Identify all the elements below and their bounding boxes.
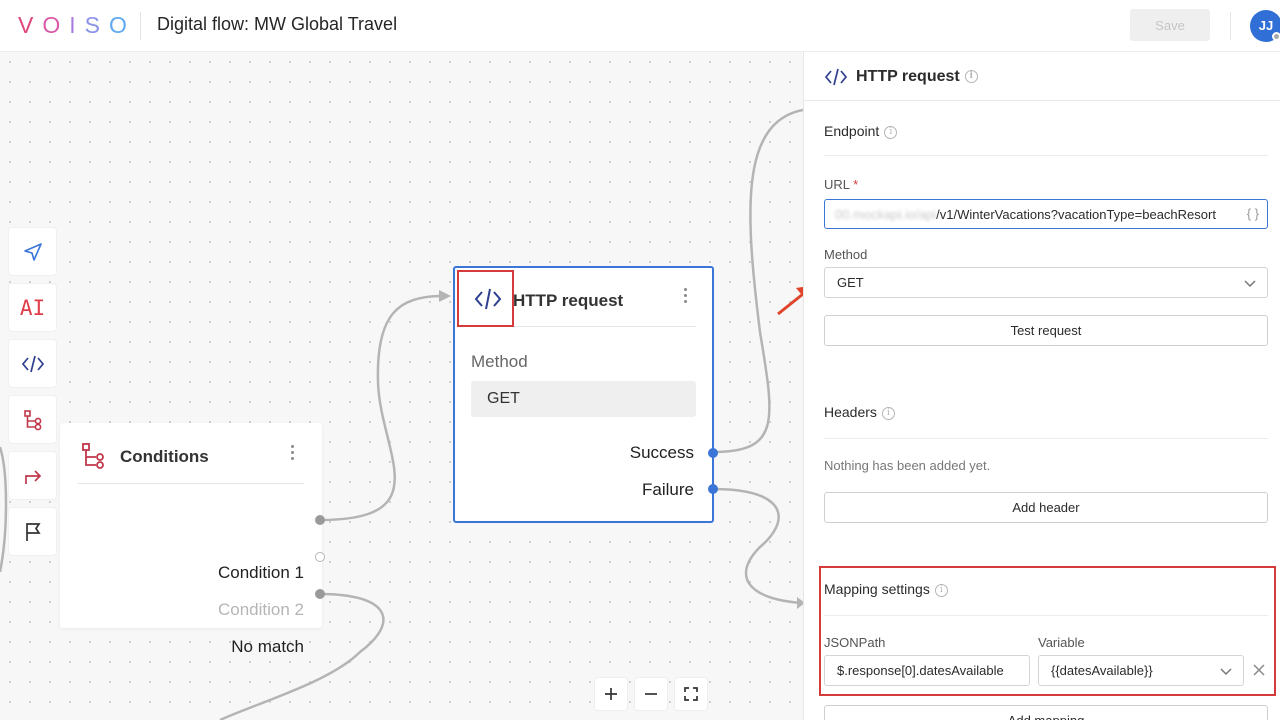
panel-header: HTTP request i xyxy=(804,52,1280,101)
divider xyxy=(1230,12,1231,40)
output-label: Failure xyxy=(642,480,694,499)
zoom-out-button[interactable] xyxy=(635,678,667,710)
info-icon[interactable]: i xyxy=(881,406,895,420)
send-icon xyxy=(23,242,42,261)
endpoint-section-title: Endpoint i xyxy=(824,123,898,139)
tool-redirect[interactable] xyxy=(9,452,56,499)
ai-icon: AI xyxy=(19,295,46,320)
info-icon[interactable]: i xyxy=(884,125,898,139)
tool-ai[interactable]: AI xyxy=(9,284,56,331)
divider xyxy=(824,155,1268,156)
conditions-node[interactable]: Conditions Condition 1 Condition 2 No ma… xyxy=(60,423,322,656)
url-label: URL * xyxy=(824,177,859,192)
tool-code[interactable] xyxy=(9,340,56,387)
wire-condition1-to-http xyxy=(319,294,441,522)
plus-icon xyxy=(605,688,617,700)
divider xyxy=(140,12,141,40)
output-label: Condition 2 xyxy=(217,600,304,619)
redacted-url-part: 00.mockapi.io/api xyxy=(835,207,937,222)
kebab-menu-icon[interactable] xyxy=(684,288,688,306)
output-label: No match xyxy=(231,637,304,656)
headers-section-title: Headers i xyxy=(824,404,895,420)
code-icon xyxy=(824,68,848,86)
output-port[interactable] xyxy=(315,515,325,525)
node-title: Conditions xyxy=(120,447,209,466)
method-value: GET xyxy=(471,381,696,417)
url-input[interactable]: 00.mockapi.io/api/v1/WinterVacations?vac… xyxy=(824,199,1268,229)
divider xyxy=(824,438,1268,439)
save-button[interactable]: Save xyxy=(1130,9,1210,41)
node-title: HTTP request xyxy=(513,291,624,310)
settings-panel: HTTP request i Endpoint i URL * 00.mockapi… xyxy=(803,52,1280,720)
arrowhead xyxy=(439,290,451,302)
tool-conditions[interactable] xyxy=(9,396,56,443)
panel-title: HTTP request i xyxy=(856,68,978,86)
branch-icon xyxy=(23,409,41,430)
minus-icon xyxy=(645,693,657,695)
page-title: Digital flow: MW Global Travel xyxy=(157,14,398,34)
variable-braces-icon[interactable]: { } xyxy=(1244,206,1259,221)
output-label: Success xyxy=(629,443,694,462)
headers-empty-text: Nothing has been added yet. xyxy=(824,458,991,473)
add-header-button[interactable]: Add header xyxy=(824,492,1268,523)
method-label: Method xyxy=(824,247,868,262)
output-port[interactable] xyxy=(708,448,718,458)
node-header: Conditions xyxy=(78,423,304,484)
wire-left-edge xyxy=(0,446,8,573)
status-dot xyxy=(1272,32,1280,41)
tool-end[interactable] xyxy=(9,508,56,555)
wire-success-out xyxy=(712,108,803,454)
output-port[interactable] xyxy=(315,552,325,562)
voiso-logo[interactable]: VOISO xyxy=(18,12,136,39)
highlight-box xyxy=(457,270,514,327)
url-value: /v1/WinterVacations?vacationType=beachRe… xyxy=(936,207,1216,222)
chevron-down-icon xyxy=(1244,280,1256,288)
branch-icon xyxy=(82,443,104,469)
info-icon[interactable]: i xyxy=(964,70,978,84)
add-mapping-button[interactable]: Add mapping xyxy=(824,705,1268,720)
redirect-icon xyxy=(24,469,41,484)
method-label: Method xyxy=(471,352,528,371)
code-icon xyxy=(21,355,44,372)
top-bar: VOISO Digital flow: MW Global Travel Sav… xyxy=(0,0,1280,52)
output-port[interactable] xyxy=(708,484,718,494)
node-toolbox: AI xyxy=(9,228,56,564)
annotation-arrow xyxy=(777,292,803,316)
wire-failure-out xyxy=(712,487,803,605)
highlight-box xyxy=(819,566,1276,696)
output-port[interactable] xyxy=(315,589,325,599)
kebab-menu-icon[interactable] xyxy=(291,445,295,463)
flag-icon xyxy=(25,522,41,541)
output-label: Condition 1 xyxy=(217,563,304,582)
fullscreen-icon xyxy=(684,687,698,701)
method-select[interactable]: GET xyxy=(824,267,1268,298)
zoom-in-button[interactable] xyxy=(595,678,627,710)
test-request-button[interactable]: Test request xyxy=(824,315,1268,346)
tool-send[interactable] xyxy=(9,228,56,275)
fit-screen-button[interactable] xyxy=(675,678,707,710)
flow-canvas[interactable]: AI Conditions Condition 1 Condition 2 No… xyxy=(0,52,803,720)
